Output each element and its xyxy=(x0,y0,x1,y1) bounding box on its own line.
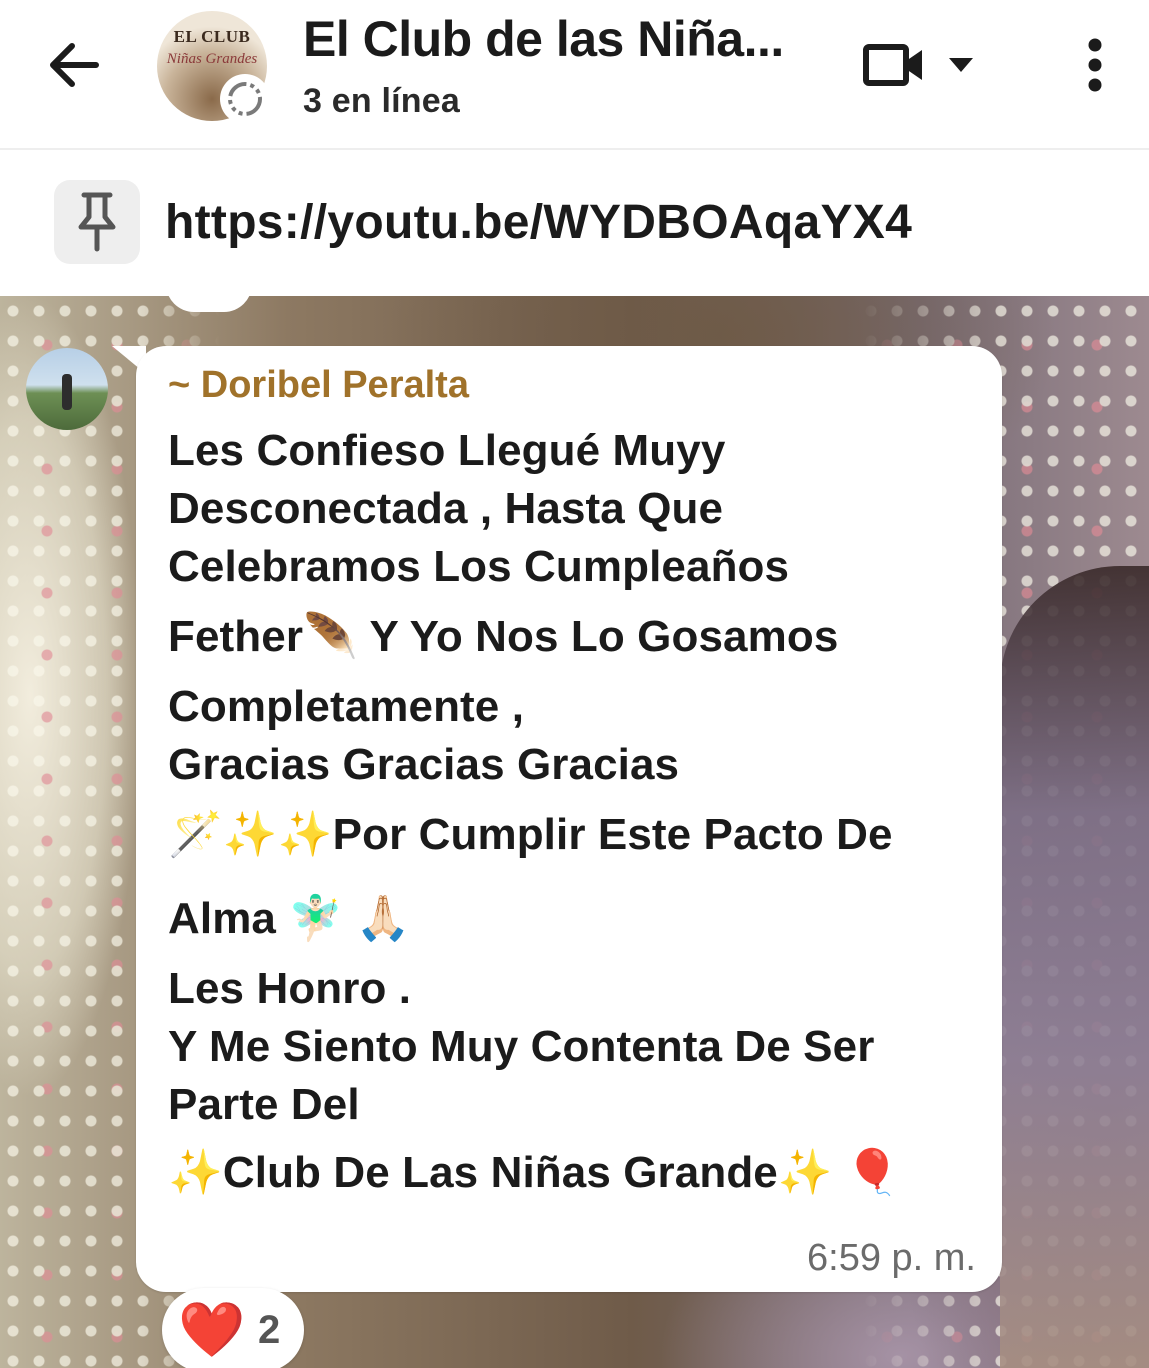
pin-button[interactable] xyxy=(54,180,140,264)
back-button[interactable] xyxy=(40,34,106,96)
online-count: 3 en línea xyxy=(303,82,460,120)
message-line: Completamente , xyxy=(168,682,525,731)
chat-wallpaper: ~ Doribel Peralta Les Confieso Llegué Mu… xyxy=(0,296,1149,1368)
chat-header: EL CLUB Niñas Grandes El Club de las Niñ… xyxy=(0,0,1149,150)
message-line: Desconectada , Hasta Que xyxy=(168,484,724,533)
more-vertical-icon xyxy=(1088,38,1102,92)
message-line: 🪄✨✨Por Cumplir Este Pacto De xyxy=(168,810,893,859)
message-line: Fether🪶 Y Yo Nos Lo Gosamos xyxy=(168,612,839,661)
message-line: Les Honro . xyxy=(168,964,412,1013)
message-line: ✨Club De Las Niñas Grande✨ 🎈 xyxy=(168,1148,900,1197)
pinned-link[interactable]: https://youtu.be/WYDBOAqaYX4 xyxy=(165,190,912,256)
message-line: Les Confieso Llegué Muyy xyxy=(168,426,726,475)
wallpaper-figure xyxy=(1000,566,1149,1368)
arrow-left-icon xyxy=(50,43,99,87)
message-line: Parte Del xyxy=(168,1080,360,1129)
message-line: Alma 🧚🏻‍♂️ 🙏🏻 xyxy=(168,894,411,943)
video-call-button[interactable] xyxy=(862,30,1002,100)
community-status-badge xyxy=(220,74,270,124)
caret-down-icon xyxy=(949,58,973,72)
sender-avatar[interactable] xyxy=(26,348,108,430)
reaction-pill[interactable]: ❤️ 2 xyxy=(162,1288,304,1368)
avatar-logo-subtitle: Niñas Grandes xyxy=(166,51,258,67)
pinned-message-bar[interactable]: https://youtu.be/WYDBOAqaYX4 xyxy=(0,150,1149,296)
heart-reaction-icon: ❤️ xyxy=(178,1300,246,1360)
reaction-count: 2 xyxy=(258,1308,281,1352)
message-timestamp: 6:59 p. m. xyxy=(807,1237,976,1279)
status-ring-icon xyxy=(228,82,262,116)
message-line: Gracias Gracias Gracias xyxy=(168,740,680,789)
avatar-person xyxy=(62,374,72,410)
message-bubble[interactable]: ~ Doribel Peralta Les Confieso Llegué Mu… xyxy=(136,346,1002,1292)
sender-name[interactable]: ~ Doribel Peralta xyxy=(168,360,469,410)
video-camera-icon xyxy=(863,44,922,86)
message-line: Celebramos Los Cumpleaños xyxy=(168,542,790,591)
message-line: Y Me Siento Muy Contenta De Ser xyxy=(168,1022,875,1071)
avatar-logo-title: EL CLUB xyxy=(173,27,251,46)
pin-icon xyxy=(78,192,116,252)
chat-title[interactable]: El Club de las Niña... xyxy=(303,6,833,72)
more-options-button[interactable] xyxy=(1070,30,1120,100)
